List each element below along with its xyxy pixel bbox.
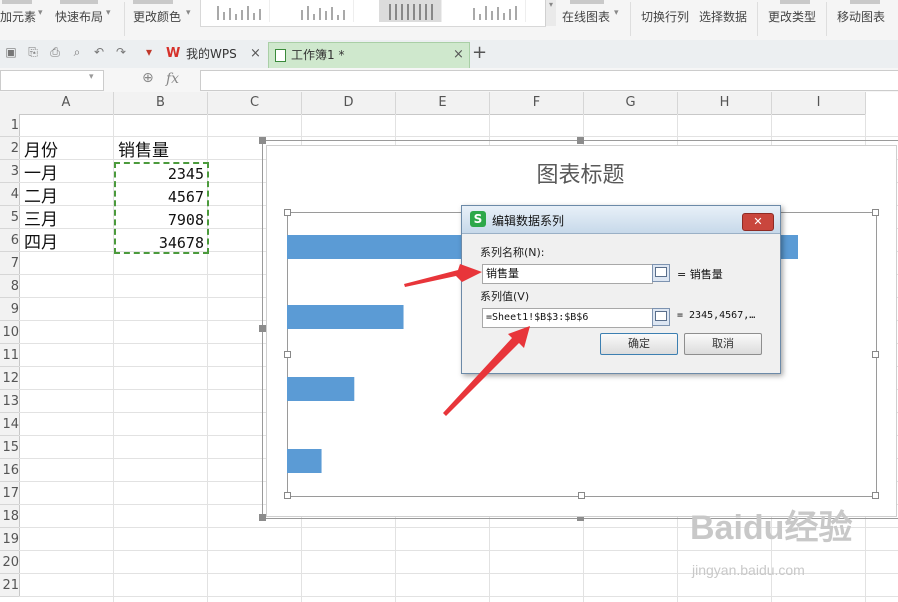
dialog-close-button[interactable]: ✕ — [742, 213, 774, 231]
baidu-watermark-url: jingyan.baidu.com — [692, 562, 805, 578]
ok-button[interactable]: 确定 — [600, 333, 678, 355]
chart-bar-1[interactable] — [287, 449, 322, 473]
cancel-button[interactable]: 取消 — [684, 333, 762, 355]
range-select-icon[interactable] — [652, 264, 670, 282]
series-name-input[interactable]: 销售量 — [482, 264, 653, 284]
dialog-title: 编辑数据系列 — [492, 214, 565, 228]
edit-series-dialog: S 编辑数据系列 ✕ 系列名称(N): 销售量 = 销售量 系列值(V) =Sh… — [461, 205, 781, 374]
wps-spreadsheet-logo-icon: S — [470, 211, 486, 227]
chart-bar-2[interactable] — [287, 377, 355, 401]
series-name-preview: = 销售量 — [677, 268, 723, 281]
series-name-label: 系列名称(N): — [480, 246, 545, 259]
dialog-titlebar[interactable]: S 编辑数据系列 ✕ — [462, 206, 780, 234]
baidu-watermark: Baidu经验 — [690, 509, 853, 547]
series-values-preview: = 2345,4567,… — [677, 310, 756, 321]
range-select-icon[interactable] — [652, 308, 670, 326]
series-values-label: 系列值(V) — [480, 290, 530, 303]
series-values-input[interactable]: =Sheet1!$B$3:$B$6 — [482, 308, 653, 328]
chart-bar-3[interactable] — [287, 305, 404, 329]
